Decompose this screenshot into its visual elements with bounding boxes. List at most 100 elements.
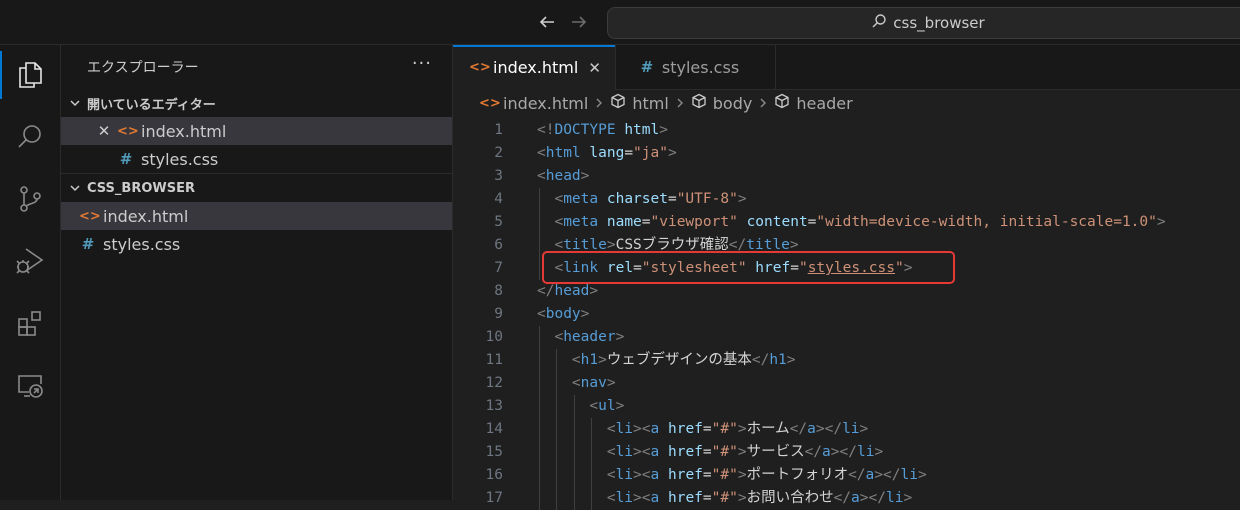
code-text: <li><a href="#">サービス</a></li> [537,441,883,464]
code-token: < [606,467,616,483]
tab-label: index.html [493,58,579,77]
code-token: = [702,421,712,437]
code-token: < [554,214,564,230]
code-token: >< [633,467,651,483]
code-token: = [702,467,712,483]
code-token: "#" [711,444,738,460]
more-actions-icon[interactable]: ··· [412,53,432,74]
forward-arrow-icon[interactable] [567,10,591,34]
file-item-styles-css[interactable]: # styles.css [61,230,452,258]
sidebar-title: エクスプローラー [87,60,199,76]
code-token: ul [598,398,616,414]
code-token: DOCTYPE [554,122,616,138]
line-number: 15 [485,444,503,460]
code-line[interactable]: 1 <!DOCTYPE html> [453,119,1240,142]
breadcrumb-item[interactable]: header [796,94,852,113]
code-token: ></ [815,421,843,437]
file-item-index-html[interactable]: <> index.html [61,202,452,230]
code-token: href [667,490,703,506]
back-arrow-icon[interactable] [535,10,559,34]
code-token: ></ [874,467,901,483]
code-token: > [1156,214,1166,230]
sidebar-header: エクスプローラー ··· [61,45,452,89]
code-token: li [885,490,904,506]
code-line[interactable]: 3 <head> [453,165,1240,188]
code-line[interactable]: 4 <meta charset="UTF-8"> [453,188,1240,211]
close-icon[interactable]: ✕ [95,122,113,140]
code-token: > [737,444,747,460]
remote-explorer-icon[interactable] [0,357,60,413]
code-token: li [615,490,634,506]
code-line[interactable]: 10 <header> [453,326,1240,349]
code-token: head [554,283,590,299]
code-token: li [615,444,634,460]
html-file-icon: <> [469,60,491,75]
code-token: サービス [746,444,805,460]
code-token: "#" [711,490,738,506]
code-token: </ [833,490,852,506]
line-number: 8 [494,283,503,299]
code-token: < [606,421,616,437]
code-line[interactable]: 14 <li><a href="#">ホーム</a></li> [453,418,1240,441]
open-editor-item-styles-css[interactable]: # styles.css [61,145,452,173]
line-number: 16 [485,467,503,483]
line-number: 1 [494,122,503,138]
tab-styles-css[interactable]: # styles.css [616,45,777,89]
line-number: 13 [485,398,503,414]
code-token: ウェブデザインの基本 [606,352,752,368]
code-token: href [667,444,703,460]
code-token: > [598,352,607,368]
code-line[interactable]: 15 <li><a href="#">サービス</a></li> [453,441,1240,464]
breadcrumb-item[interactable]: body [713,94,753,113]
line-number: 3 [494,168,503,184]
source-control-icon[interactable] [0,171,60,227]
search-icon[interactable] [0,109,60,165]
cube-icon [774,93,790,113]
chevron-right-icon [594,94,604,113]
html-file-icon: <> [117,123,139,139]
code-line[interactable]: 17 <li><a href="#">お問い合わせ</a></li> [453,487,1240,510]
code-token: li [842,421,860,437]
code-text: <h1>ウェブデザインの基本</h1> [537,349,796,372]
code-token: head [545,168,581,184]
code-line[interactable]: 13 <ul> [453,395,1240,418]
folder-section-header[interactable]: CSS_BROWSER [61,173,452,202]
tab-index-html[interactable]: <> index.html ✕ [453,45,616,90]
code-text: <ul> [537,395,624,418]
command-center-search[interactable]: css_browser [607,7,1240,39]
code-line[interactable]: 16 <li><a href="#">ポートフォリオ</a></li> [453,464,1240,487]
code-token: header [563,329,616,345]
open-editors-section-header[interactable]: 開いているエディター [61,89,452,117]
run-debug-icon[interactable] [0,233,60,289]
code-token: href [667,421,703,437]
code-token: > [786,352,796,368]
code-line[interactable]: 2 <html lang="ja"> [453,142,1240,165]
code-token: li [900,467,918,483]
code-token: h1 [580,352,599,368]
css-file-icon: # [119,150,133,168]
close-icon[interactable]: ✕ [588,59,601,77]
code-token: meta [563,191,599,207]
code-token: "width=device-width, initial-scale=1.0" [816,214,1157,230]
chevron-right-icon [675,94,685,113]
code-token: </ [537,283,555,299]
code-line[interactable]: 9 <body> [453,303,1240,326]
code-line[interactable]: 5 <meta name="viewport" content="width=d… [453,211,1240,234]
explorer-icon[interactable] [0,47,60,103]
breadcrumb-item[interactable]: index.html [503,94,588,113]
highlight-box [542,251,955,284]
code-line[interactable]: 12 <nav> [453,372,1240,395]
line-number: 10 [485,329,503,345]
cube-icon [691,93,707,113]
code-token: > [874,444,884,460]
breadcrumb-item[interactable]: html [632,94,668,113]
open-editor-item-index-html[interactable]: ✕ <> index.html [61,117,452,145]
code-line[interactable]: 11 <h1>ウェブデザインの基本</h1> [453,349,1240,372]
extensions-icon[interactable] [0,295,60,351]
css-file-icon: # [640,58,654,76]
